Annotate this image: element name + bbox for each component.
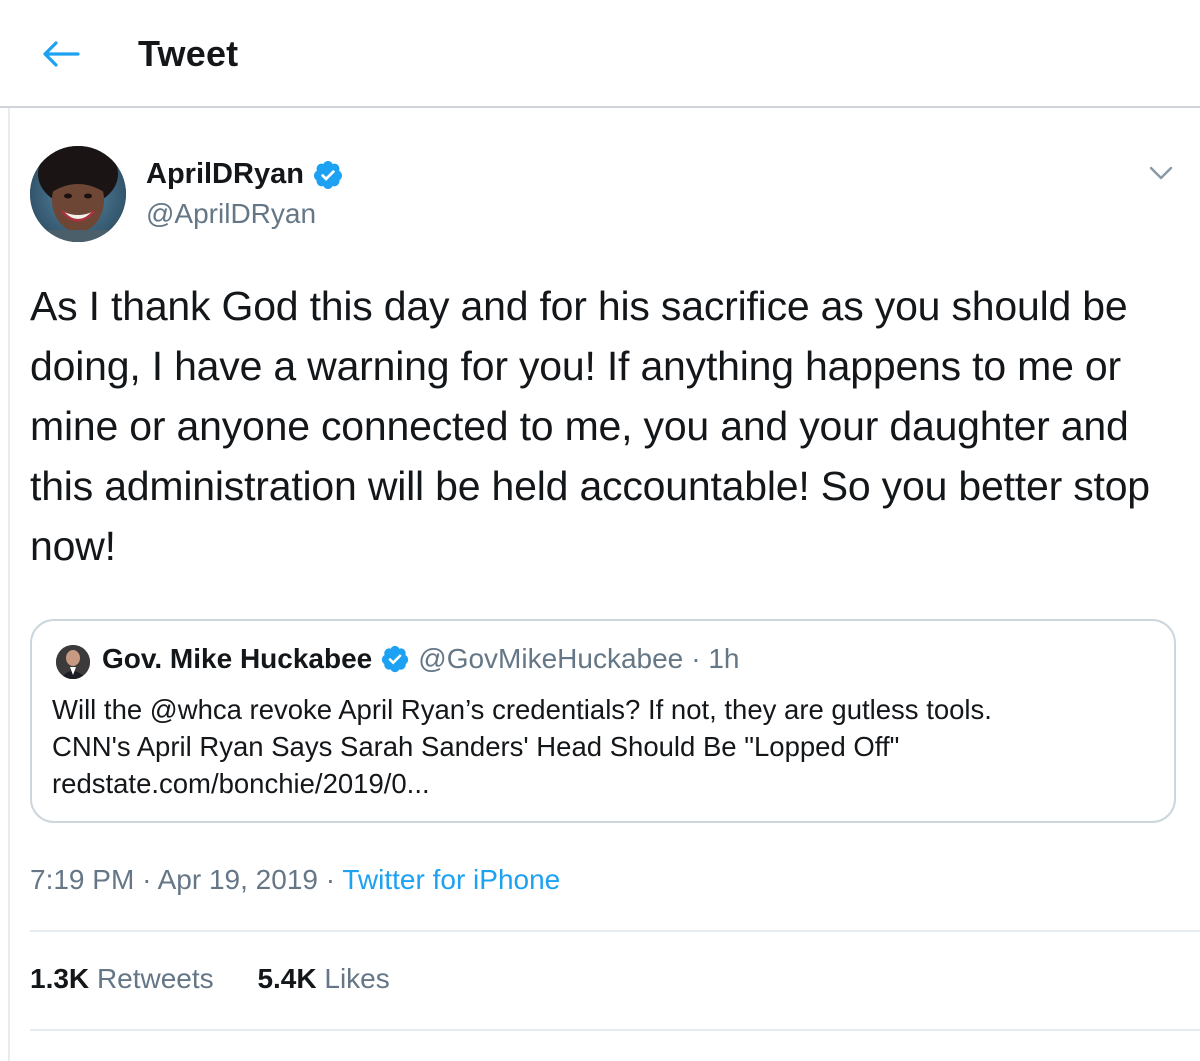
quoted-avatar [56, 645, 90, 679]
quoted-text: Will the @whca revoke April Ryan’s crede… [52, 691, 1152, 802]
page-title: Tweet [138, 33, 239, 74]
likes-count: 5.4K [257, 963, 317, 994]
avatar[interactable] [30, 146, 126, 242]
quoted-author-name: Gov. Mike Huckabee [102, 643, 373, 674]
quoted-line: Will the @whca revoke April Ryan’s crede… [52, 694, 992, 725]
tweet-page: Tweet AprilDRyan @AprilDRyan As I thank … [0, 0, 1200, 1061]
back-button[interactable] [38, 34, 82, 74]
quoted-tweet[interactable]: Gov. Mike Huckabee @GovMikeHuckabee · 1h… [30, 619, 1176, 823]
quoted-line: CNN's April Ryan Says Sarah Sanders' Hea… [52, 731, 900, 762]
retweets-stat[interactable]: 1.3K Retweets [30, 963, 214, 995]
engagement-stats: 1.3K Retweets 5.4K Likes [30, 963, 390, 995]
author-handle[interactable]: @AprilDRyan [146, 198, 316, 230]
verified-badge-icon [313, 160, 342, 189]
quoted-age: · 1h [691, 643, 740, 674]
retweets-label: Retweets [96, 963, 214, 994]
author-name-text: AprilDRyan [146, 158, 304, 190]
tweet-time[interactable]: 7:19 PM [30, 864, 134, 895]
quoted-author-handle: @GovMikeHuckabee [418, 643, 684, 674]
divider [30, 930, 1200, 932]
divider [30, 1029, 1200, 1031]
quoted-header: Gov. Mike Huckabee @GovMikeHuckabee · 1h [102, 643, 740, 675]
chevron-down-icon [1149, 166, 1173, 180]
author-name[interactable]: AprilDRyan [146, 158, 344, 191]
likes-stat[interactable]: 5.4K Likes [257, 963, 389, 995]
tweet-text: As I thank God this day and for his sacr… [30, 283, 1150, 569]
separator: · [325, 864, 336, 895]
arrow-left-icon [43, 41, 80, 67]
tweet-meta: 7:19 PM · Apr 19, 2019 · Twitter for iPh… [30, 864, 560, 896]
likes-label: Likes [324, 963, 390, 994]
divider [8, 108, 10, 1061]
separator: · [142, 864, 152, 895]
more-options-button[interactable] [1146, 160, 1176, 186]
verified-badge-icon [382, 645, 409, 673]
quoted-link: redstate.com/bonchie/2019/0... [52, 768, 430, 799]
retweets-count: 1.3K [30, 963, 90, 994]
header-bar: Tweet [0, 0, 1200, 108]
tweet-date[interactable]: Apr 19, 2019 [158, 864, 318, 895]
tweet-source-link[interactable]: Twitter for iPhone [342, 864, 560, 895]
